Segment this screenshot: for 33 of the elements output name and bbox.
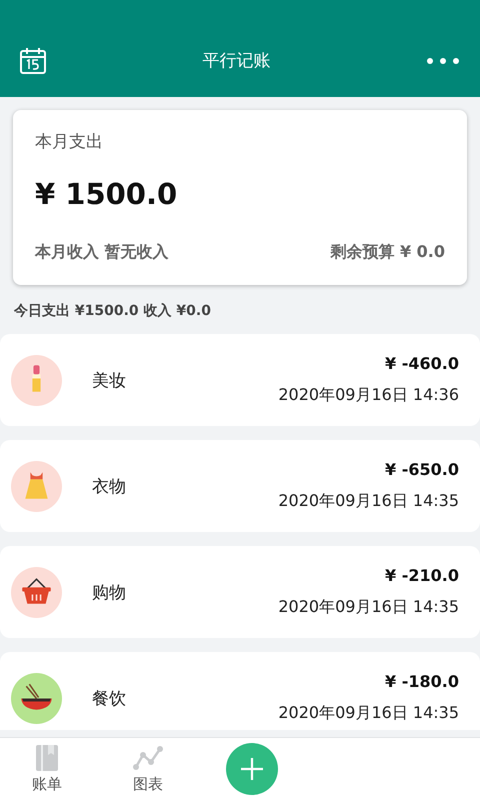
- category-label: 餐饮: [92, 688, 126, 710]
- more-icon[interactable]: [426, 56, 460, 64]
- record-amount: ¥ -460.0: [385, 354, 459, 373]
- remaining-budget-text: 剩余预算 ¥ 0.0: [330, 242, 445, 263]
- record-time: 2020年09月16日 14:35: [278, 491, 459, 512]
- record-time: 2020年09月16日 14:35: [278, 597, 459, 618]
- bowl-icon: [11, 672, 62, 724]
- book-icon: [36, 744, 58, 770]
- calendar-icon[interactable]: [19, 46, 47, 74]
- record-amount: ¥ -650.0: [385, 460, 459, 479]
- record-amount: ¥ -210.0: [385, 566, 459, 585]
- category-label: 衣物: [92, 476, 126, 498]
- basket-icon: [11, 566, 62, 618]
- category-label: 美妆: [92, 370, 126, 392]
- dress-icon: [11, 460, 62, 512]
- bills-tab[interactable]: 账单: [20, 744, 74, 794]
- chart-tab[interactable]: 图表: [106, 744, 190, 794]
- category-label: 购物: [92, 582, 126, 604]
- add-button[interactable]: [226, 743, 278, 795]
- monthly-income-text: 本月收入 暂无收入: [35, 242, 169, 263]
- monthly-expense-amount: ¥ 1500.0: [35, 177, 178, 211]
- record-time: 2020年09月16日 14:35: [278, 703, 459, 724]
- record-item[interactable]: 餐饮 ¥ -180.0 2020年09月16日 14:35: [0, 652, 480, 730]
- app-title: 平行记账: [202, 50, 270, 72]
- record-item[interactable]: 衣物 ¥ -650.0 2020年09月16日 14:35: [0, 440, 480, 532]
- lipstick-icon: [11, 354, 62, 406]
- record-time: 2020年09月16日 14:36: [278, 385, 459, 406]
- record-item[interactable]: 美妆 ¥ -460.0 2020年09月16日 14:36: [0, 334, 480, 426]
- record-amount: ¥ -180.0: [385, 672, 459, 691]
- line-chart-icon: [133, 744, 163, 770]
- today-summary: 今日支出 ¥1500.0 收入 ¥0.0: [14, 302, 212, 320]
- summary-label: 本月支出: [35, 131, 104, 153]
- record-item[interactable]: 购物 ¥ -210.0 2020年09月16日 14:35: [0, 546, 480, 638]
